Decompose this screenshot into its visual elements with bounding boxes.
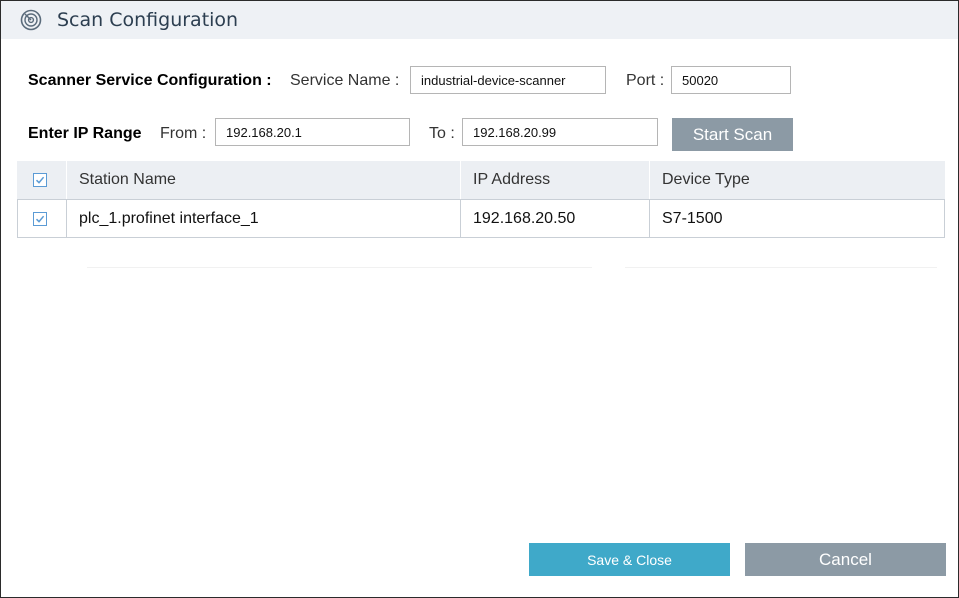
column-header-station-name[interactable]: Station Name <box>66 161 460 199</box>
cancel-button[interactable]: Cancel <box>745 543 946 576</box>
column-header-ip-address[interactable]: IP Address <box>460 161 649 199</box>
row-checkbox[interactable] <box>33 211 47 226</box>
select-all-checkbox[interactable] <box>33 173 47 187</box>
scan-configuration-dialog: Scan Configuration Scanner Service Confi… <box>0 0 959 598</box>
save-and-close-button[interactable]: Save & Close <box>529 543 730 576</box>
ip-range-heading: Enter IP Range <box>28 125 142 142</box>
column-header-device-type[interactable]: Device Type <box>649 161 945 199</box>
divider <box>87 267 592 268</box>
header-checkbox-cell <box>17 161 66 199</box>
ip-to-input[interactable] <box>462 118 658 146</box>
table-header: Station Name IP Address Device Type <box>17 161 945 199</box>
table-row[interactable]: plc_1.profinet interface_1 192.168.20.50… <box>17 199 945 238</box>
start-scan-button[interactable]: Start Scan <box>672 118 793 151</box>
cell-device-type: S7-1500 <box>649 200 944 237</box>
radar-scan-icon <box>20 9 42 31</box>
check-icon <box>35 176 45 184</box>
from-label: From : <box>160 125 207 142</box>
scanner-config-heading: Scanner Service Configuration : <box>28 72 272 89</box>
service-name-label: Service Name : <box>290 72 400 89</box>
to-label: To : <box>429 125 455 142</box>
ip-from-input[interactable] <box>215 118 410 146</box>
dialog-titlebar: Scan Configuration <box>1 1 958 39</box>
service-name-input[interactable] <box>410 66 606 94</box>
divider <box>625 267 937 268</box>
cell-ip-address: 192.168.20.50 <box>460 200 649 237</box>
row-checkbox-cell <box>18 200 66 237</box>
cell-station-name: plc_1.profinet interface_1 <box>66 200 460 237</box>
station-table: Station Name IP Address Device Type plc_… <box>17 161 945 238</box>
port-input[interactable] <box>671 66 791 94</box>
dialog-title: Scan Configuration <box>57 9 239 31</box>
port-label: Port : <box>626 72 665 89</box>
check-icon <box>35 215 45 223</box>
